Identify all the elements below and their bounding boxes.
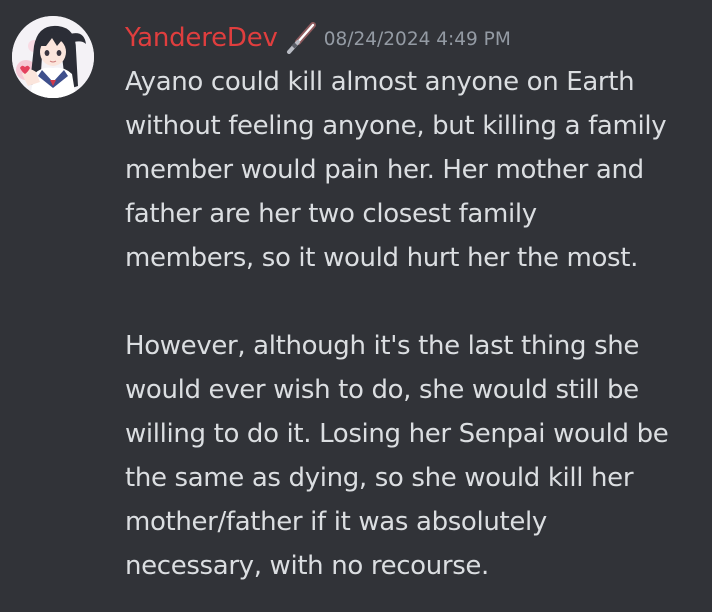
chat-message: YandereDev 08/24/2024 4:49 PM Ayano coul… [0, 0, 712, 612]
message-text-line: willing to do it. Losing her Senpai woul… [125, 419, 669, 449]
lightsaber-icon[interactable] [286, 22, 316, 54]
message-text-line: member would pain her. Her mother and [125, 155, 644, 185]
message-paragraph-2: However, although it's the last thing sh… [125, 324, 705, 588]
message-text-line: Ayano could kill almost anyone on Earth [125, 67, 635, 97]
message-text-line: necessary, with no recourse. [125, 551, 489, 581]
message-timestamp[interactable]: 08/24/2024 4:49 PM [324, 22, 511, 58]
message-text-line: the same as dying, so she would kill her [125, 463, 634, 493]
message-text-line: members, so it would hurt her the most. [125, 243, 639, 273]
message-paragraph-1: Ayano could kill almost anyone on Earth … [125, 60, 705, 280]
message-text-line: without feeling anyone, but killing a fa… [125, 111, 667, 141]
message-text-line: would ever wish to do, she would still b… [125, 375, 639, 405]
message-text-line: mother/father if it was absolutely [125, 507, 547, 537]
user-avatar[interactable] [12, 16, 94, 98]
message-content: Ayano could kill almost anyone on Earth … [125, 60, 705, 588]
message-text-line: However, although it's the last thing sh… [125, 331, 640, 361]
message-text-line: father are her two closest family [125, 199, 537, 229]
author-username[interactable]: YandereDev [125, 20, 278, 56]
anime-character-avatar-icon [12, 16, 94, 98]
message-header: YandereDev 08/24/2024 4:49 PM [125, 20, 511, 56]
